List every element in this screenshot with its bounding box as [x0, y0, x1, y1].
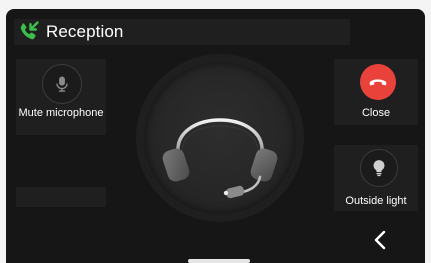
intercom-call-screen: Reception Mute microphone Close Outside … [6, 9, 425, 263]
microphone-icon [56, 76, 68, 92]
close-call-button[interactable] [360, 64, 396, 100]
hang-up-icon [369, 79, 387, 86]
incoming-call-icon [20, 21, 39, 40]
headset-icon [162, 118, 278, 199]
call-title: Reception [46, 22, 124, 41]
back-button[interactable] [368, 227, 392, 253]
title-bar: Reception [14, 19, 350, 45]
outside-light-label: Outside light [345, 195, 407, 207]
left-empty-panel [16, 187, 106, 207]
home-indicator[interactable] [188, 259, 250, 263]
mute-microphone-label: Mute microphone [18, 107, 104, 119]
close-call-label: Close [361, 107, 391, 119]
light-bulb-icon [373, 160, 385, 177]
outside-light-button[interactable] [360, 149, 398, 187]
chevron-left-icon [374, 230, 386, 250]
mute-microphone-button[interactable] [42, 64, 82, 104]
